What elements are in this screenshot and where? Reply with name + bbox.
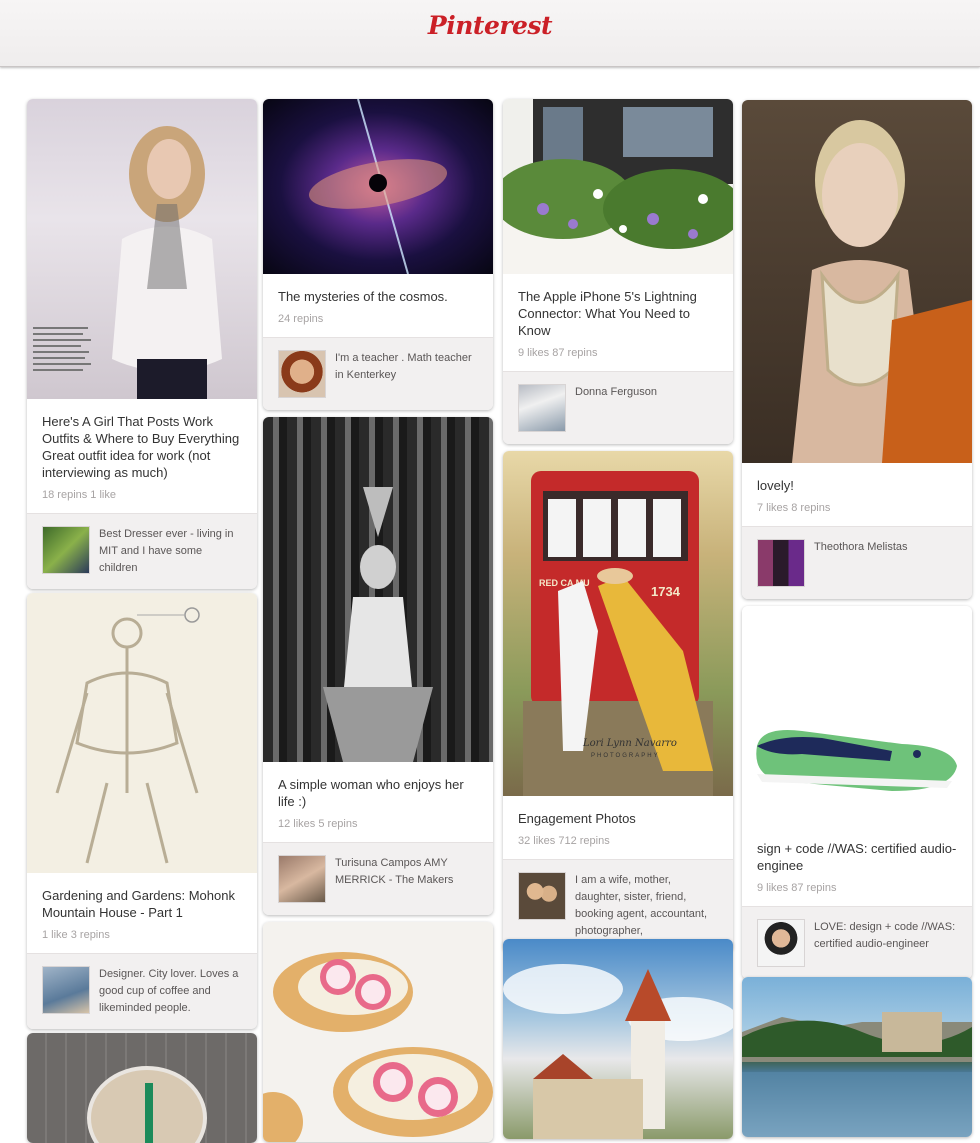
pin-description: Gardening and Gardens: Mohonk Mountain H… [42, 888, 235, 920]
avatar[interactable] [278, 855, 326, 903]
pin-description: The mysteries of the cosmos. [278, 289, 448, 304]
pin-stats: 9 likes 87 repins [757, 882, 837, 894]
pin-image-engagement[interactable]: 1734 RED CA MU Lori Lynn Navarro PHOTOGR… [503, 451, 733, 796]
avatar[interactable] [278, 350, 326, 398]
pinner-text: Turisuna Campos AMY MERRICK - The Makers [335, 857, 454, 886]
top-header: Pinterest [0, 0, 980, 67]
castle-photo [503, 964, 733, 1139]
pin-stats: 24 repins [278, 313, 324, 325]
pinner-text: I am a wife, mother, daughter, sister, f… [575, 874, 708, 937]
avatar[interactable] [42, 966, 90, 1014]
avatar[interactable] [518, 872, 566, 920]
smoothie-photo [87, 1066, 207, 1143]
avatar[interactable] [757, 919, 805, 967]
pinner-info[interactable]: Best Dresser ever - living in MIT and I … [27, 513, 257, 589]
jewelry-model-photo [792, 120, 972, 463]
radish-toast-photo [263, 952, 493, 1142]
pin-image-fashion-model[interactable] [27, 99, 257, 399]
showgirl-photo [323, 487, 433, 762]
pin-description: A simple woman who enjoys her life :) [278, 777, 464, 809]
avatar[interactable] [518, 384, 566, 432]
pin-description: Engagement Photos [518, 811, 636, 826]
pin-card[interactable]: A simple woman who enjoys her life :) 12… [263, 417, 493, 915]
pin-image-cosmos[interactable] [263, 99, 493, 274]
window-box-photo [503, 99, 733, 274]
pinterest-logo[interactable]: Pinterest [428, 11, 553, 40]
train-number-text: 1734 [651, 584, 681, 599]
pin-image-showgirl[interactable] [263, 417, 493, 762]
pin-card[interactable] [263, 922, 493, 1142]
pin-card[interactable] [27, 1033, 257, 1143]
pin-image-lake[interactable] [742, 977, 972, 1137]
photographer-watermark-sub: PHOTOGRAPHY [591, 753, 660, 759]
pin-image-castle[interactable] [503, 939, 733, 1139]
pin-card[interactable]: Gardening and Gardens: Mohonk Mountain H… [27, 593, 257, 1029]
pinner-text: Donna Ferguson [575, 386, 657, 398]
pin-card[interactable]: sign + code //WAS: certified audio-engin… [742, 606, 972, 979]
pin-card[interactable]: The Apple iPhone 5's Lightning Connector… [503, 99, 733, 444]
pinner-info[interactable]: I'm a teacher . Math teacher in Kenterke… [263, 337, 493, 410]
pin-stats: 18 repins 1 like [42, 489, 116, 501]
pinner-text: Best Dresser ever - living in MIT and I … [99, 528, 234, 574]
boat-shoe-photo [756, 730, 957, 791]
pinner-text: LOVE: design + code //WAS: certified aud… [814, 921, 956, 950]
pin-card[interactable]: Here's A Girl That Posts Work Outfits & … [27, 99, 257, 589]
pinner-info[interactable]: LOVE: design + code //WAS: certified aud… [742, 906, 972, 979]
pinner-info[interactable]: Donna Ferguson [503, 371, 733, 444]
pinner-info[interactable]: Turisuna Campos AMY MERRICK - The Makers [263, 842, 493, 915]
pin-card[interactable]: lovely! 7 likes 8 repins Theothora Melis… [742, 100, 972, 599]
pin-card[interactable]: 1734 RED CA MU Lori Lynn Navarro PHOTOGR… [503, 451, 733, 952]
pin-description: The Apple iPhone 5's Lightning Connector… [518, 289, 697, 338]
pin-image-jewelry-model[interactable] [742, 100, 972, 463]
pin-stats: 1 like 3 repins [42, 929, 110, 941]
pinner-text: Designer. City lover. Loves a good cup o… [99, 968, 239, 1014]
pinner-info[interactable]: Theothora Melistas [742, 526, 972, 599]
pin-image-shoe[interactable] [742, 606, 972, 826]
pin-image-smoothie[interactable] [27, 1033, 257, 1143]
pin-stats: 9 likes 87 repins [518, 347, 598, 359]
pin-stats: 12 likes 5 repins [278, 818, 358, 830]
pin-card[interactable] [742, 977, 972, 1137]
pin-card[interactable]: The mysteries of the cosmos. 24 repins I… [263, 99, 493, 410]
beaded-figure-illustration [55, 607, 200, 864]
pin-stats: 32 likes 712 repins [518, 835, 610, 847]
pin-description: sign + code //WAS: certified audio-engin… [757, 841, 957, 873]
pin-description: lovely! [757, 478, 794, 493]
photographer-watermark: Lori Lynn Navarro [582, 738, 677, 749]
pinner-info[interactable]: Designer. City lover. Loves a good cup o… [27, 953, 257, 1029]
pin-card[interactable] [503, 939, 733, 1139]
fashion-photo [33, 126, 222, 399]
pinner-text: Theothora Melistas [814, 541, 908, 553]
pin-image-radish-toast[interactable] [263, 922, 493, 1142]
pin-description: Here's A Girl That Posts Work Outfits & … [42, 414, 240, 480]
pin-image-window-flowers[interactable] [503, 99, 733, 274]
pin-image-garden-illustration[interactable] [27, 593, 257, 873]
pin-stats: 7 likes 8 repins [757, 502, 831, 514]
engagement-photo: 1734 RED CA MU Lori Lynn Navarro PHOTOGR… [523, 471, 713, 796]
avatar[interactable] [42, 526, 90, 574]
pinner-text: I'm a teacher . Math teacher in Kenterke… [335, 352, 472, 381]
lake-mountain-house-photo [742, 1012, 972, 1137]
black-hole-illustration [308, 99, 448, 274]
avatar[interactable] [757, 539, 805, 587]
